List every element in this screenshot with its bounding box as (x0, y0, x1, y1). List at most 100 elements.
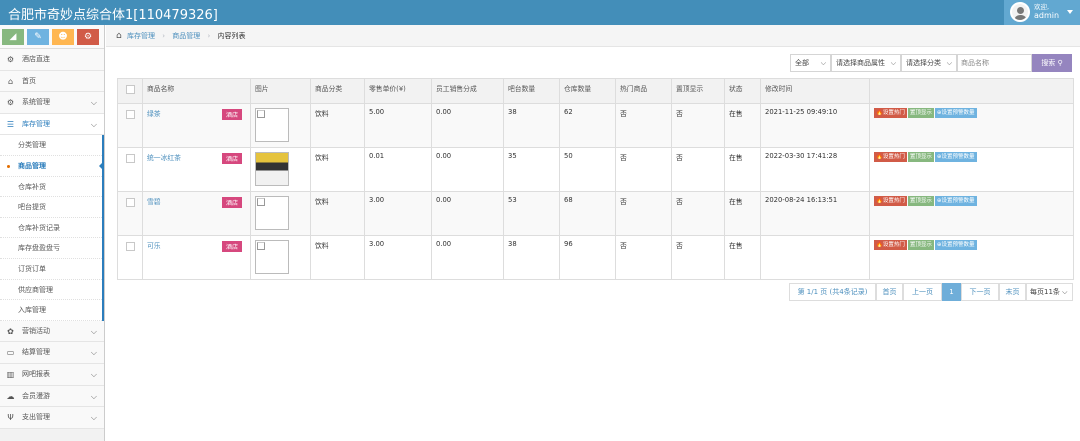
sidebar-item-reports[interactable]: ▥ 网吧报表 ⌵ (0, 363, 104, 386)
subitem-orders[interactable]: 订货订单 (0, 259, 102, 280)
chart-icon[interactable]: ◢ (2, 29, 24, 45)
set-hot-button[interactable]: 🔥设置热门 (874, 152, 907, 162)
scope-select[interactable]: 全部 ⌵ (790, 54, 831, 72)
subitem-restock[interactable]: 仓库补货 (0, 177, 102, 198)
column-header[interactable]: 修改时间 (760, 78, 870, 104)
subitem-inbound[interactable]: 入库管理 (0, 300, 102, 321)
sidebar-item-marketing[interactable]: ✿ 营销活动 ⌵ (0, 320, 104, 343)
users-icon[interactable]: ☻ (52, 29, 74, 45)
home-icon[interactable]: ⌂ (116, 31, 122, 41)
product-image (255, 108, 289, 142)
sidebar-item-inventory[interactable]: ☰ 库存管理 ⌵ (0, 113, 104, 136)
row-checkbox[interactable] (126, 198, 135, 207)
table-row: 绿茶 酒店 饮料 5.00 0.00 38 62 否 否 在售 2021-11-2… (117, 103, 1074, 148)
bar-qty-cell: 38 (503, 235, 560, 280)
avatar[interactable] (1010, 2, 1030, 22)
sidebar-item-expenses[interactable]: Ψ 支出管理 ⌵ (0, 407, 104, 429)
column-header[interactable]: 零售单价(¥) (364, 78, 432, 104)
attribute-select[interactable]: 请选择商品属性 ⌵ (831, 54, 901, 72)
chevron-down-icon: ⌵ (90, 391, 97, 401)
hotel-badge: 酒店 (221, 153, 242, 164)
prev-page-button[interactable]: 上一页 (903, 283, 942, 301)
column-header[interactable]: 置顶显示 (671, 78, 725, 104)
column-header-actions (869, 78, 1074, 104)
set-alert-button[interactable]: ⊕设置预警数量 (934, 108, 977, 118)
row-checkbox[interactable] (126, 110, 135, 119)
column-header[interactable]: 仓库数量 (559, 78, 616, 104)
product-name-link[interactable]: 统一冰红茶 (147, 154, 181, 162)
sidebar-item-settlement[interactable]: ▭ 结算管理 ⌵ (0, 342, 104, 364)
sidebar-item-system[interactable]: ⚙ 系统管理 ⌵ (0, 92, 104, 114)
image-cell (250, 103, 311, 148)
chevron-down-icon[interactable] (1067, 10, 1073, 14)
cogs-icon[interactable]: ⚙ (77, 29, 99, 45)
column-header[interactable]: 员工销售分成 (431, 78, 504, 104)
bar-qty-cell: 38 (503, 103, 560, 148)
product-name-link[interactable]: 可乐 (147, 242, 161, 250)
sidebar-item-label: 系统管理 (22, 98, 50, 107)
actions-cell: 🔥设置热门 置顶显示 ⊕设置预警数量 (869, 191, 1074, 236)
column-header[interactable]: 状态 (724, 78, 761, 104)
set-hot-button[interactable]: 🔥设置热门 (874, 108, 907, 118)
header-checkbox-cell (117, 78, 143, 104)
row-checkbox-cell (117, 103, 143, 148)
page-number-button[interactable]: 1 (942, 283, 961, 301)
bar-chart-icon: ▥ (6, 369, 15, 379)
product-name-link[interactable]: 雪碧 (147, 198, 161, 206)
subitem-bar-pickup[interactable]: 吧台提货 (0, 197, 102, 218)
set-alert-button[interactable]: ⊕设置预警数量 (934, 196, 977, 206)
pin-top-button[interactable]: 置顶显示 (907, 108, 934, 118)
set-hot-button[interactable]: 🔥设置热门 (874, 196, 907, 206)
stock-qty-cell: 96 (559, 235, 616, 280)
commission-cell: 0.00 (431, 235, 504, 280)
breadcrumb-current: 内容列表 (217, 32, 246, 40)
sidebar-item-label: 结算管理 (22, 348, 50, 357)
pin-top-button[interactable]: 置顶显示 (907, 152, 934, 162)
next-page-button[interactable]: 下一页 (961, 283, 999, 301)
row-checkbox[interactable] (126, 242, 135, 251)
breadcrumb-products[interactable]: 商品管理 (172, 32, 200, 40)
category-cell: 饮料 (310, 235, 365, 280)
select-all-checkbox[interactable] (126, 85, 135, 94)
row-checkbox[interactable] (126, 154, 135, 163)
column-header[interactable]: 商品名称 (142, 78, 251, 104)
actions-cell: 🔥设置热门 置顶显示 ⊕设置预警数量 (869, 147, 1074, 192)
commission-cell: 0.00 (431, 103, 504, 148)
column-header[interactable]: 热门商品 (615, 78, 672, 104)
row-checkbox-cell (117, 235, 143, 280)
pin-top-button[interactable]: 置顶显示 (907, 196, 934, 206)
search-button[interactable]: 搜索 ⚲ (1032, 54, 1072, 72)
category-cell: 饮料 (310, 191, 365, 236)
commission-cell: 0.00 (431, 191, 504, 236)
set-alert-button[interactable]: ⊕设置预警数量 (934, 152, 977, 162)
product-name-cell: 可乐 酒店 (142, 235, 251, 280)
column-header[interactable]: 吧台数量 (503, 78, 560, 104)
search-input[interactable]: 商品名称 (957, 54, 1032, 72)
category-select[interactable]: 请选择分类 ⌵ (901, 54, 957, 72)
status-cell: 在售 (724, 147, 761, 192)
set-hot-button[interactable]: 🔥设置热门 (874, 240, 907, 250)
chevron-down-icon: ⌵ (90, 98, 97, 108)
user-menu[interactable]: 欢迎, admin (1004, 0, 1080, 25)
pencil-icon[interactable]: ✎ (27, 29, 49, 45)
row-checkbox-cell (117, 191, 143, 236)
subitem-products[interactable]: 商品管理 (0, 155, 104, 177)
subitem-category[interactable]: 分类管理 (0, 135, 102, 156)
pin-top-button[interactable]: 置顶显示 (907, 240, 934, 250)
subitem-restock-records[interactable]: 仓库补货记录 (0, 218, 102, 239)
subitem-stocktake[interactable]: 库存盘盈盘亏 (0, 238, 102, 259)
sidebar-item-roaming[interactable]: ☁ 会员漫游 ⌵ (0, 385, 104, 408)
breadcrumb-inventory[interactable]: 库存管理 (127, 32, 155, 40)
table-header-row: 商品名称 图片 商品分类 零售单价(¥) 员工销售分成 吧台数量 仓库数量 热门… (117, 78, 1074, 104)
chevron-down-icon: ⌵ (890, 59, 896, 67)
set-alert-button[interactable]: ⊕设置预警数量 (934, 240, 977, 250)
product-name-link[interactable]: 绿茶 (147, 110, 161, 118)
breadcrumb: ⌂ 库存管理 › 商品管理 › 内容列表 (106, 25, 1080, 47)
per-page-select[interactable]: 每页11条 ⌵ (1026, 283, 1073, 301)
first-page-button[interactable]: 首页 (876, 283, 903, 301)
last-page-button[interactable]: 末页 (999, 283, 1026, 301)
sidebar-item-home[interactable]: ⌂ 首页 (0, 70, 104, 93)
hot-cell: 否 (615, 235, 672, 280)
time-cell: 2021-11-25 09:49:10 (760, 103, 870, 148)
column-header[interactable]: 商品分类 (310, 78, 365, 104)
